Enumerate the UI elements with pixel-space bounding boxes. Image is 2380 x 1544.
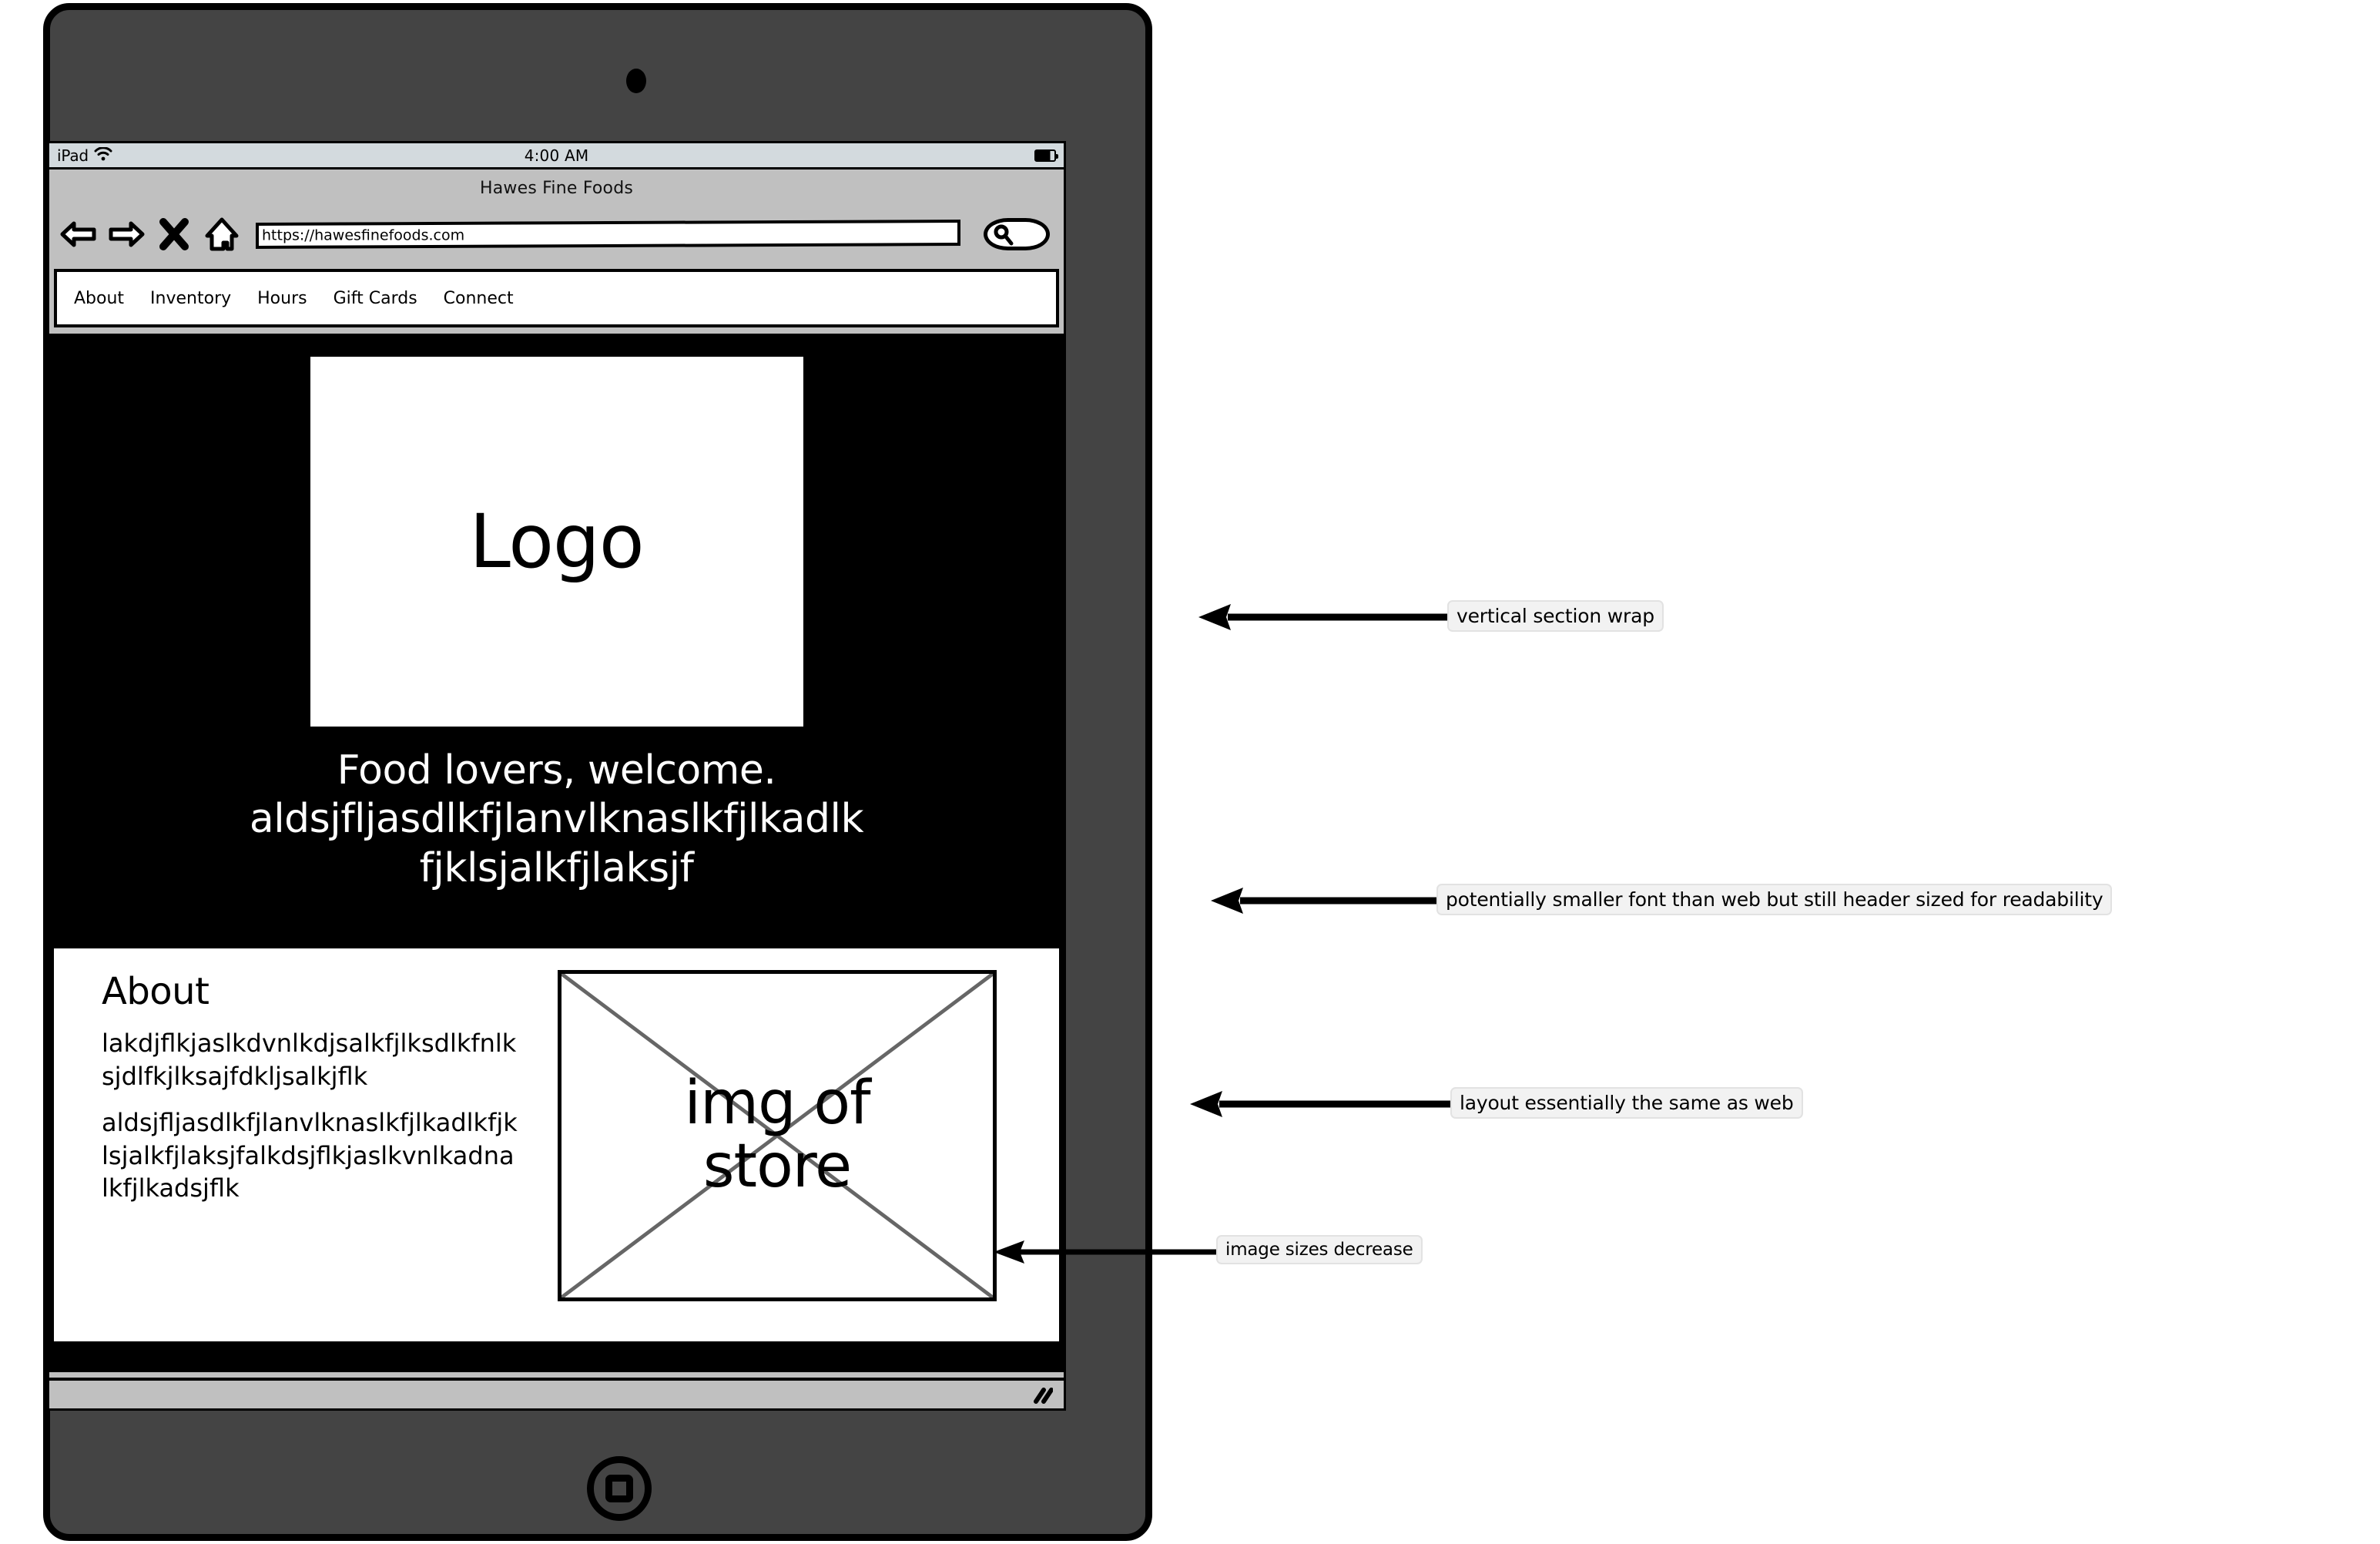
annotation-arrow-icon [994,1240,1219,1264]
resize-grip-icon[interactable] [1030,1386,1053,1405]
forward-arrow-icon[interactable] [108,216,145,253]
about-text-column: About lakdjflkjaslkdvnlkdjsalkfjlksdlkfn… [54,970,547,1219]
home-button[interactable] [587,1456,652,1521]
annotation-label: vertical section wrap [1447,600,1664,632]
search-input[interactable] [984,218,1050,250]
hero-headline-line-1: Food lovers, welcome. [337,747,776,794]
camera-icon [626,69,646,93]
home-house-icon[interactable] [203,216,240,253]
site-nav-item-connect[interactable]: Connect [444,289,514,308]
hero-headline-line-3: fjklsjalkfjlaksjf [419,844,694,891]
about-paragraph-1: lakdjflkjaslkdvnlkdjsalkfjlksdlkfnlksjdl… [102,1029,517,1091]
site-nav-item-gift-cards[interactable]: Gift Cards [334,289,417,308]
store-image-label-line-2: store [702,1132,852,1201]
annotation-smaller-font: potentially smaller font than web but st… [1209,884,2113,915]
page-title: Hawes Fine Foods [479,178,634,198]
back-arrow-icon[interactable] [60,216,97,253]
annotation-arrow-icon [1198,604,1451,630]
url-address-bar[interactable]: https://hawesfinefoods.com [256,220,960,249]
annotation-arrow-icon [1211,888,1440,914]
store-image-label: img of store [684,1072,870,1199]
site-nav-item-hours[interactable]: Hours [257,289,307,308]
home-button-inner-square [605,1475,633,1502]
site-navigation-bar: About Inventory Hours Gift Cards Connect [54,269,1059,327]
store-image-label-line-1: img of [684,1069,870,1139]
ios-status-bar: iPad 4:00 AM [47,141,1066,167]
annotation-label: image sizes decrease [1216,1235,1423,1264]
annotation-image-sizes-decrease: image sizes decrease [992,1235,1423,1264]
url-text[interactable]: https://hawesfinefoods.com [262,227,464,243]
hero-section: Logo Food lovers, welcome. aldsjfljasdlk… [49,334,1064,942]
about-heading: About [102,970,210,1013]
about-paragraph-2: aldsjfljasdlkfjlanvlknaslkfjlkadlkfjklsj… [102,1108,518,1203]
annotation-layout-same-as-web: layout essentially the same as web [1188,1087,1803,1119]
logo-label: Logo [469,498,644,585]
annotation-arrow-icon [1190,1091,1454,1117]
search-icon [994,224,1014,246]
status-bar-clock: 4:00 AM [524,146,589,165]
site-nav-item-about[interactable]: About [74,289,124,308]
logo-placeholder: Logo [310,357,803,727]
browser-window: Hawes Fine Foods https://hawesfinefoods.… [47,167,1066,1411]
browser-title-bar: Hawes Fine Foods [49,170,1064,206]
hero-headline-line-2: aldsjfljasdlkfjlanvlknaslkfjlkadlk [249,796,864,843]
status-bar-right [1034,149,1058,162]
about-image-column: img of store [558,970,997,1301]
site-nav-item-inventory[interactable]: Inventory [150,289,231,308]
store-image-placeholder: img of store [558,970,997,1301]
annotation-label: layout essentially the same as web [1450,1087,1803,1119]
hero-headline: Food lovers, welcome. aldsjfljasdlkfjlan… [49,747,1064,893]
browser-status-bar [49,1378,1064,1408]
annotation-label: potentially smaller font than web but st… [1436,884,2113,915]
close-x-icon[interactable] [156,216,193,253]
browser-toolbar: https://hawesfinefoods.com [49,206,1064,262]
battery-icon [1034,149,1058,162]
page-content-viewport: Logo Food lovers, welcome. aldsjfljasdlk… [49,334,1064,1372]
annotation-vertical-section-wrap: vertical section wrap [1197,600,1664,632]
about-section: About lakdjflkjaslkdvnlkdjsalkfjlksdlkfn… [54,948,1059,1341]
